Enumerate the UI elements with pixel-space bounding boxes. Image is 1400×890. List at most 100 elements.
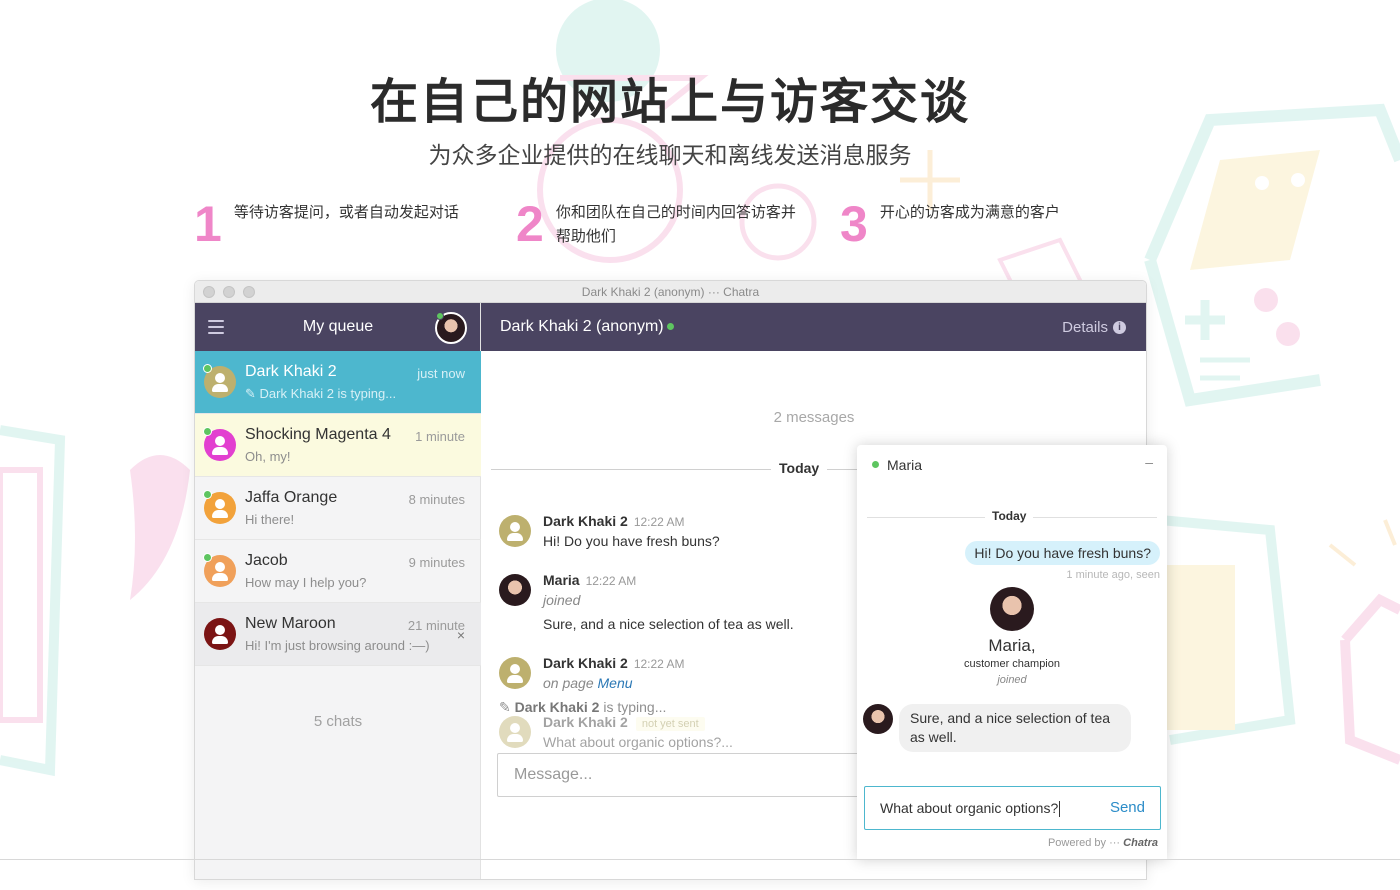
visitor-message-bubble: Hi! Do you have fresh buns? xyxy=(965,541,1160,565)
chat-list-item[interactable]: Jaffa Orange 8 minutes Hi there! xyxy=(195,477,481,540)
chatra-logo: Chatra xyxy=(1123,837,1158,849)
step-number: 1 xyxy=(194,196,222,252)
details-label: Details xyxy=(1062,319,1108,336)
widget-input-text: What about organic options? xyxy=(880,800,1059,816)
hero-title: 在自己的网站上与访客交谈 xyxy=(369,74,970,130)
date-divider-label: Today xyxy=(771,460,828,476)
conversation-title: Dark Khaki 2 (anonym) xyxy=(500,318,674,336)
step-1: 1 等待访客提问，或者自动发起对话 xyxy=(194,196,459,252)
chat-item-preview: ✎ Dark Khaki 2 is typing... xyxy=(245,386,397,401)
typing-text: is typing... xyxy=(603,699,667,715)
agent-avatar xyxy=(499,574,531,606)
step-text-line: 帮助他们 xyxy=(555,227,616,245)
powered-by-prefix: Powered by ··· xyxy=(1047,837,1121,849)
online-status-dot xyxy=(203,490,212,499)
visitor-avatar-icon xyxy=(204,618,236,650)
agent-joined-note: joined xyxy=(997,674,1027,686)
window-close-button[interactable] xyxy=(203,286,215,298)
message-text: Sure, and a nice selection of tea as wel… xyxy=(543,616,794,632)
conversation-title-text: Dark Khaki 2 (anonym) xyxy=(500,318,664,335)
step-number: 3 xyxy=(840,196,868,252)
chats-count: 5 chats xyxy=(313,713,363,730)
step-number: 2 xyxy=(516,196,544,252)
message-author-name: Maria xyxy=(543,572,580,588)
send-button[interactable]: Send xyxy=(1110,799,1145,816)
page-link[interactable]: Menu xyxy=(598,675,633,691)
conversation-header: Dark Khaki 2 (anonym) Details i xyxy=(481,303,1146,351)
message-author-name: Dark Khaki 2 xyxy=(543,513,628,529)
message-time: 12:22 AM xyxy=(633,657,685,671)
typing-indicator: ✎ Dark Khaki 2 is typing... xyxy=(499,699,667,715)
message-author-name: Dark Khaki 2 xyxy=(543,714,628,730)
step-3: 3 开心的访客成为满意的客户 xyxy=(840,196,1060,252)
message-count: 2 messages xyxy=(773,409,855,426)
step-2: 2 你和团队在自己的时间内回答访客并 帮助他们 xyxy=(516,196,796,252)
message-note: joined xyxy=(543,592,581,608)
widget-message-input[interactable]: What about organic options? Send xyxy=(864,786,1161,830)
window-zoom-button[interactable] xyxy=(243,286,255,298)
message-author: Dark Khaki 2 not yet sent xyxy=(543,714,705,731)
message-input[interactable]: Message... xyxy=(497,753,897,797)
visitor-avatar-icon xyxy=(499,515,531,547)
agent-avatar xyxy=(990,587,1034,631)
chat-item-preview: How may I help you? xyxy=(245,575,367,590)
info-icon: i xyxy=(1113,321,1126,334)
chat-list-item[interactable]: New Maroon 21 minute Hi! I'm just browsi… xyxy=(195,603,481,666)
agent-message-bubble: Sure, and a nice selection of tea as wel… xyxy=(899,704,1131,752)
chat-item-time: 8 minutes xyxy=(408,492,465,507)
message-text: Hi! Do you have fresh buns? xyxy=(543,533,720,549)
message-author: Maria 12:22 AM xyxy=(543,572,636,588)
agent-avatar xyxy=(863,704,893,734)
online-status-dot xyxy=(203,364,212,373)
chat-item-name: Shocking Magenta 4 xyxy=(245,426,391,443)
message-time: 12:22 AM xyxy=(585,574,637,588)
step-text: 你和团队在自己的时间内回答访客并 帮助他们 xyxy=(556,196,796,248)
chat-list-item[interactable]: Jacob 9 minutes How may I help you? xyxy=(195,540,481,603)
close-chat-icon[interactable]: × xyxy=(457,627,465,643)
message-note: on page Menu xyxy=(543,675,633,691)
online-status-dot xyxy=(872,461,879,468)
pending-status-badge: not yet sent xyxy=(635,717,705,731)
page-divider xyxy=(0,859,1400,860)
message-text: What about organic options?... xyxy=(543,734,733,750)
minimize-icon[interactable]: – xyxy=(1145,454,1153,470)
chat-item-name: New Maroon xyxy=(245,615,336,632)
step-text: 开心的访客成为满意的客户 xyxy=(879,203,1060,221)
powered-by[interactable]: Powered by ··· Chatra xyxy=(1048,837,1158,849)
online-status-dot xyxy=(203,553,212,562)
message-meta: 1 minute ago, seen xyxy=(1066,569,1160,581)
window-minimize-button[interactable] xyxy=(223,286,235,298)
message-author-name: Dark Khaki 2 xyxy=(543,655,628,671)
visitor-avatar-icon xyxy=(499,716,531,748)
window-titlebar: Dark Khaki 2 (anonym) ··· Chatra xyxy=(195,281,1146,303)
chat-list-item[interactable]: Shocking Magenta 4 1 minute Oh, my! xyxy=(195,414,481,477)
page-visit-prefix: on page xyxy=(543,675,594,691)
details-button[interactable]: Details i xyxy=(1062,319,1126,336)
chat-item-preview: Hi there! xyxy=(245,512,295,527)
chat-item-name: Jacob xyxy=(245,552,288,569)
typing-name: Dark Khaki 2 xyxy=(514,699,600,715)
chat-item-name: Dark Khaki 2 xyxy=(245,363,337,380)
date-divider-label: Today xyxy=(985,509,1034,523)
chat-item-time: 1 minute xyxy=(415,429,465,444)
chat-sidebar: My queue Dark Khaki 2 just now ✎ Dark Kh… xyxy=(195,303,481,879)
chat-item-preview: Oh, my! xyxy=(245,449,291,464)
message-author: Dark Khaki 2 12:22 AM xyxy=(543,655,685,671)
window-title: Dark Khaki 2 (anonym) ··· Chatra xyxy=(581,285,760,299)
widget-agent-name: Maria xyxy=(887,457,923,473)
hero-subtitle: 为众多企业提供的在线聊天和离线发送消息服务 xyxy=(428,143,912,169)
step-text-line: 你和团队在自己的时间内回答访客并 xyxy=(555,203,796,221)
online-status-dot xyxy=(436,312,444,320)
widget-header[interactable]: Maria – xyxy=(857,445,1167,485)
chat-list-item[interactable]: Dark Khaki 2 just now ✎ Dark Khaki 2 is … xyxy=(195,351,481,414)
sidebar-header: My queue xyxy=(195,303,480,351)
message-time: 12:22 AM xyxy=(633,515,685,529)
online-status-dot xyxy=(666,323,674,331)
chat-item-preview: Hi! I'm just browsing around :—) xyxy=(245,638,430,653)
step-text: 等待访客提问，或者自动发起对话 xyxy=(233,203,459,221)
agent-display-name: Maria, xyxy=(988,636,1036,655)
text-caret xyxy=(1059,801,1061,818)
widget-input-value: What about organic options? xyxy=(880,800,1061,818)
chat-item-name: Jaffa Orange xyxy=(245,489,338,506)
agent-role: customer champion xyxy=(964,658,1060,670)
